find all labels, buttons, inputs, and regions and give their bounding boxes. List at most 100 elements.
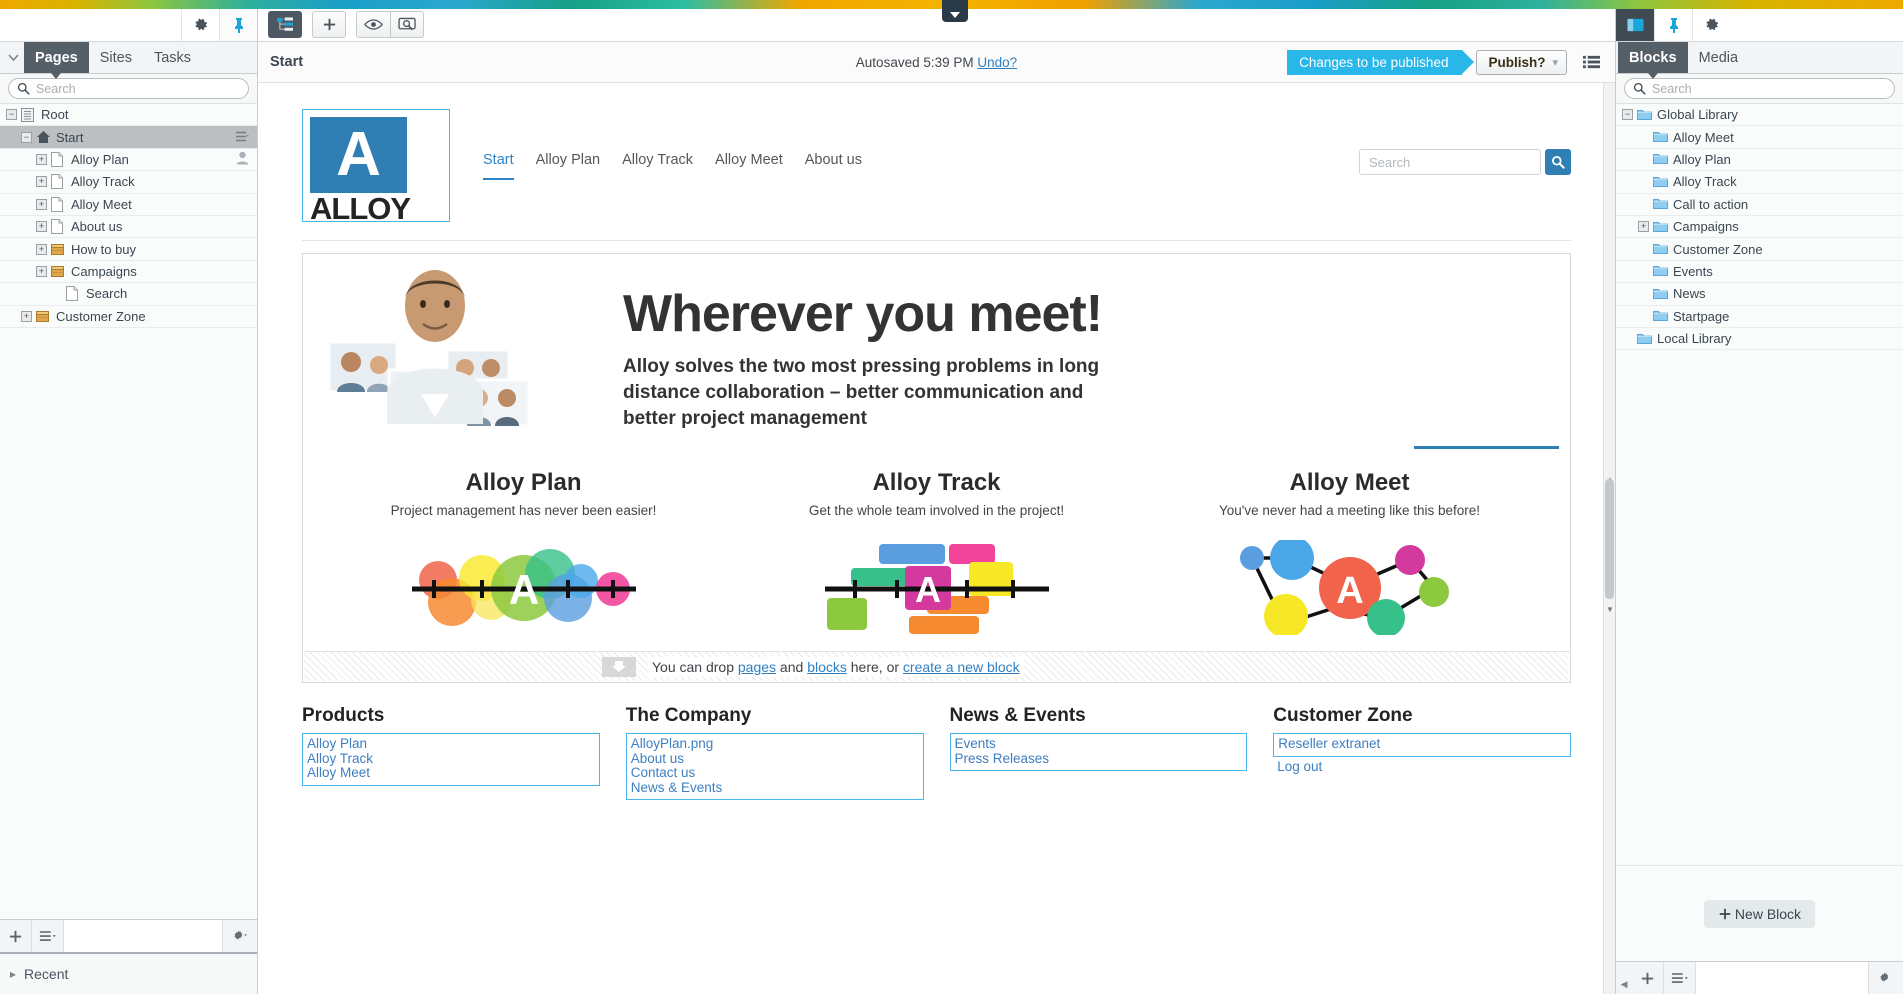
publish-button[interactable]: Publish? ▾	[1476, 49, 1567, 75]
left-panel-settings-button[interactable]	[181, 9, 219, 41]
dropzone-pages-link[interactable]: pages	[738, 659, 776, 675]
tree-expander-minus-icon[interactable]: −	[1622, 109, 1633, 121]
site-nav-link[interactable]: Alloy Track	[622, 152, 693, 180]
page-tree-row[interactable]: + Customer Zone	[0, 306, 257, 328]
add-page-button[interactable]	[0, 920, 32, 952]
tab-blocks[interactable]: Blocks	[1618, 42, 1688, 79]
blocks-tree-row[interactable]: Alloy Track	[1616, 171, 1903, 194]
site-nav-link[interactable]: Start	[483, 152, 514, 180]
tab-pages[interactable]: Pages	[24, 42, 89, 79]
right-panel-settings-button[interactable]	[1692, 9, 1730, 41]
site-nav-link[interactable]: Alloy Plan	[536, 152, 600, 180]
add-content-button[interactable]	[312, 11, 346, 38]
page-tree-row[interactable]: + Campaigns	[0, 261, 257, 284]
blocks-tree-row[interactable]: Events	[1616, 261, 1903, 284]
blocks-tree-row[interactable]: Alloy Plan	[1616, 149, 1903, 172]
panel-collapse-arrow-icon[interactable]: ◀	[1616, 962, 1632, 994]
structure-view-button[interactable]	[268, 11, 302, 38]
blocks-tree-row[interactable]: Customer Zone	[1616, 238, 1903, 261]
footer-link[interactable]: Log out	[1273, 759, 1571, 775]
tree-expander-plus-icon[interactable]: +	[36, 221, 47, 233]
footer-link-block[interactable]: Events Press Releases	[949, 733, 1248, 772]
footer-link[interactable]: Alloy Plan	[307, 736, 595, 752]
page-tree-row[interactable]: + Alloy Track	[0, 171, 257, 194]
blocks-search-input[interactable]	[1652, 81, 1886, 96]
left-panel-collapse-button[interactable]	[2, 42, 24, 73]
changes-to-be-published-banner[interactable]: Changes to be published	[1287, 49, 1475, 75]
footer-link-block[interactable]: Alloy Plan Alloy Track Alloy Meet	[302, 733, 600, 786]
tree-expander-plus-icon[interactable]: +	[1638, 221, 1649, 233]
footer-link[interactable]: Contact us	[631, 766, 919, 781]
footer-link-block[interactable]: AlloyPlan.png About us Contact us News & Ev…	[625, 733, 924, 801]
footer-link[interactable]: AlloyPlan.png	[631, 736, 919, 752]
preview-button[interactable]	[356, 11, 390, 38]
tab-sites[interactable]: Sites	[89, 42, 143, 73]
canvas-scroll-thumb[interactable]	[1605, 479, 1614, 599]
tree-expander-minus-icon[interactable]: −	[21, 131, 32, 143]
add-block-button[interactable]	[1632, 962, 1664, 994]
footer-link[interactable]: Press Releases	[955, 751, 1243, 767]
site-nav-link[interactable]: Alloy Meet	[715, 152, 783, 180]
tab-media[interactable]: Media	[1688, 42, 1750, 73]
editor-options-button[interactable]	[1579, 50, 1603, 74]
product-column[interactable]: Alloy Plan Project management has never b…	[317, 469, 730, 635]
page-tree-row[interactable]: Search	[0, 283, 257, 306]
blocks-tree-row[interactable]: − Global Library	[1616, 104, 1903, 127]
page-tree-row[interactable]: − Root	[0, 104, 257, 127]
page-tree-row[interactable]: + Alloy Meet	[0, 194, 257, 216]
page-tree-row[interactable]: + About us	[0, 216, 257, 239]
footer-link[interactable]: About us	[631, 751, 919, 767]
tab-tasks[interactable]: Tasks	[143, 42, 202, 73]
product-column[interactable]: Alloy Track Get the whole team involved i…	[730, 469, 1143, 635]
footer-link-block[interactable]: Reseller extranet	[1273, 733, 1571, 757]
tree-expander-plus-icon[interactable]: +	[36, 153, 47, 165]
new-block-button[interactable]: New Block	[1703, 899, 1816, 928]
site-search-button[interactable]	[1545, 149, 1571, 175]
site-nav-link[interactable]: About us	[805, 152, 862, 180]
tree-expander-plus-icon[interactable]: +	[21, 310, 32, 322]
view-settings-button[interactable]	[390, 11, 424, 38]
hero-block[interactable]: Wherever you meet! Alloy solves the two …	[302, 253, 1571, 683]
page-tree-row[interactable]: + Alloy Plan	[0, 149, 257, 172]
scroll-down-arrow-icon[interactable]: ▼	[1605, 603, 1615, 615]
pages-search-pill[interactable]	[8, 78, 249, 99]
blocks-tree-row[interactable]: Alloy Meet	[1616, 126, 1903, 149]
content-dropzone[interactable]: You can drop pages and blocks here, or c…	[304, 651, 1569, 681]
right-panel-pin-button[interactable]	[1654, 9, 1692, 41]
footer-link[interactable]: Alloy Track	[307, 751, 595, 767]
left-panel-bottom-settings-button[interactable]	[223, 920, 257, 952]
right-panel-bottom-settings-button[interactable]	[1869, 962, 1903, 994]
canvas-scrollbar[interactable]: ▲ ▼	[1603, 83, 1615, 994]
pages-search-input[interactable]	[36, 81, 240, 96]
tree-expander-minus-icon[interactable]: −	[6, 109, 17, 121]
block-actions-menu-button[interactable]	[1664, 962, 1696, 994]
footer-link[interactable]: Reseller extranet	[1278, 736, 1566, 752]
blocks-tree-row[interactable]: Local Library	[1616, 328, 1903, 351]
page-actions-menu-button[interactable]	[32, 920, 64, 952]
tree-expander-plus-icon[interactable]: +	[36, 198, 47, 210]
row-menu-icon[interactable]	[235, 130, 249, 145]
left-panel-pin-button[interactable]	[219, 9, 257, 41]
footer-link[interactable]: Alloy Meet	[307, 766, 595, 781]
dropzone-blocks-link[interactable]: blocks	[807, 659, 847, 675]
product-column[interactable]: Alloy Meet You've never had a meeting lik…	[1143, 469, 1556, 635]
blocks-tree-row[interactable]: News	[1616, 283, 1903, 306]
footer-link[interactable]: News & Events	[631, 780, 919, 796]
footer-link[interactable]: Events	[955, 736, 1243, 752]
page-tree-row[interactable]: − Start	[0, 126, 257, 149]
tree-expander-plus-icon[interactable]: +	[36, 243, 47, 255]
blocks-search-pill[interactable]	[1624, 78, 1895, 99]
top-center-dropdown-tab[interactable]	[942, 0, 968, 22]
undo-link[interactable]: Undo?	[977, 55, 1017, 70]
blocks-tree-row[interactable]: + Campaigns	[1616, 216, 1903, 239]
page-tree-row[interactable]: + How to buy	[0, 238, 257, 261]
site-search-input[interactable]	[1359, 149, 1541, 175]
recent-bar[interactable]: ▸ Recent	[0, 952, 257, 994]
right-panel-assets-button[interactable]	[1616, 9, 1654, 41]
dropzone-create-block-link[interactable]: create a new block	[903, 659, 1020, 675]
tree-expander-plus-icon[interactable]: +	[36, 176, 47, 188]
blocks-tree-row[interactable]: Call to action	[1616, 194, 1903, 216]
blocks-tree-row[interactable]: Startpage	[1616, 306, 1903, 328]
site-logo[interactable]: A ALLOY	[302, 109, 450, 224]
tree-expander-plus-icon[interactable]: +	[36, 265, 47, 277]
